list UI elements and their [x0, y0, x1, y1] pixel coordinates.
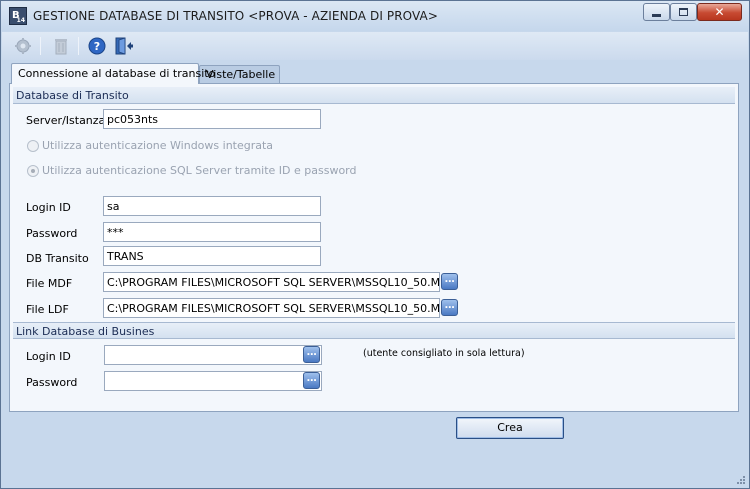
link-password-label: Password — [26, 376, 78, 389]
ldf-browse-button[interactable]: ... — [441, 299, 458, 316]
section-header-transit: Database di Transito — [13, 87, 735, 104]
link-password-browse-button[interactable]: ... — [303, 372, 320, 389]
maximize-button[interactable] — [670, 3, 697, 21]
password-label: Password — [26, 227, 78, 240]
ldf-field[interactable]: C:\PROGRAM FILES\MICROSOFT SQL SERVER\MS… — [103, 298, 440, 318]
radio-sql-label: Utilizza autenticazione SQL Server trami… — [42, 164, 357, 177]
server-field[interactable]: pc053nts — [103, 109, 321, 129]
radio-button-checked[interactable] — [27, 164, 39, 177]
link-login-field[interactable] — [104, 345, 322, 365]
help-icon: ? — [88, 37, 106, 55]
app-icon[interactable]: B 14 — [9, 7, 27, 25]
window-title: GESTIONE DATABASE DI TRANSITO <PROVA - A… — [33, 9, 439, 23]
toolbar: ? — [2, 32, 748, 60]
ldf-label: File LDF — [26, 303, 69, 316]
db-transito-label: DB Transito — [26, 252, 89, 265]
toolbar-separator — [40, 37, 41, 55]
minimize-button[interactable] — [643, 3, 670, 21]
login-label: Login ID — [26, 201, 71, 214]
link-login-browse-button[interactable]: ... — [303, 346, 320, 363]
close-button[interactable]: ✕ — [697, 3, 742, 21]
link-login-label: Login ID — [26, 350, 71, 363]
crea-button[interactable]: Crea — [456, 417, 564, 439]
mdf-label: File MDF — [26, 277, 73, 290]
close-icon: ✕ — [714, 5, 725, 19]
section-header-link: Link Database di Busines — [13, 322, 735, 339]
delete-button[interactable] — [50, 36, 72, 56]
link-password-field[interactable] — [104, 371, 322, 391]
radio-button[interactable] — [27, 139, 39, 152]
resize-grip-icon[interactable] — [736, 475, 746, 485]
tab-connessione[interactable]: Connessione al database di transito — [11, 63, 215, 84]
radio-sql-auth[interactable]: Utilizza autenticazione SQL Server trami… — [27, 164, 357, 177]
readonly-user-note: (utente consigliato in sola lettura) — [363, 348, 525, 359]
title-bar[interactable]: B 14 GESTIONE DATABASE DI TRANSITO <PROVA… — [1, 1, 749, 31]
svg-text:?: ? — [94, 40, 100, 53]
radio-windows-label: Utilizza autenticazione Windows integrat… — [42, 139, 274, 152]
password-field[interactable]: *** — [103, 222, 321, 242]
tab-panel: Database di Transito Server/Istanza pc05… — [9, 83, 739, 412]
maximize-icon — [679, 8, 688, 16]
toolbar-separator — [78, 37, 79, 55]
help-button[interactable]: ? — [86, 36, 108, 56]
delete-icon — [55, 39, 67, 55]
main-window: B 14 GESTIONE DATABASE DI TRANSITO <PROVA… — [0, 0, 750, 489]
mdf-browse-button[interactable]: ... — [441, 273, 458, 290]
exit-icon — [115, 37, 133, 55]
app-icon-version: 14 — [16, 17, 25, 24]
gear-icon — [15, 38, 31, 54]
radio-windows-auth[interactable]: Utilizza autenticazione Windows integrat… — [27, 139, 273, 152]
exit-button[interactable] — [113, 36, 135, 56]
mdf-field[interactable]: C:\PROGRAM FILES\MICROSOFT SQL SERVER\MS… — [103, 272, 440, 292]
settings-button[interactable] — [12, 36, 34, 56]
db-transito-field[interactable]: TRANS — [103, 246, 321, 266]
server-label: Server/Istanza — [26, 114, 106, 127]
minimize-icon — [652, 13, 661, 17]
login-field[interactable]: sa — [103, 196, 321, 216]
